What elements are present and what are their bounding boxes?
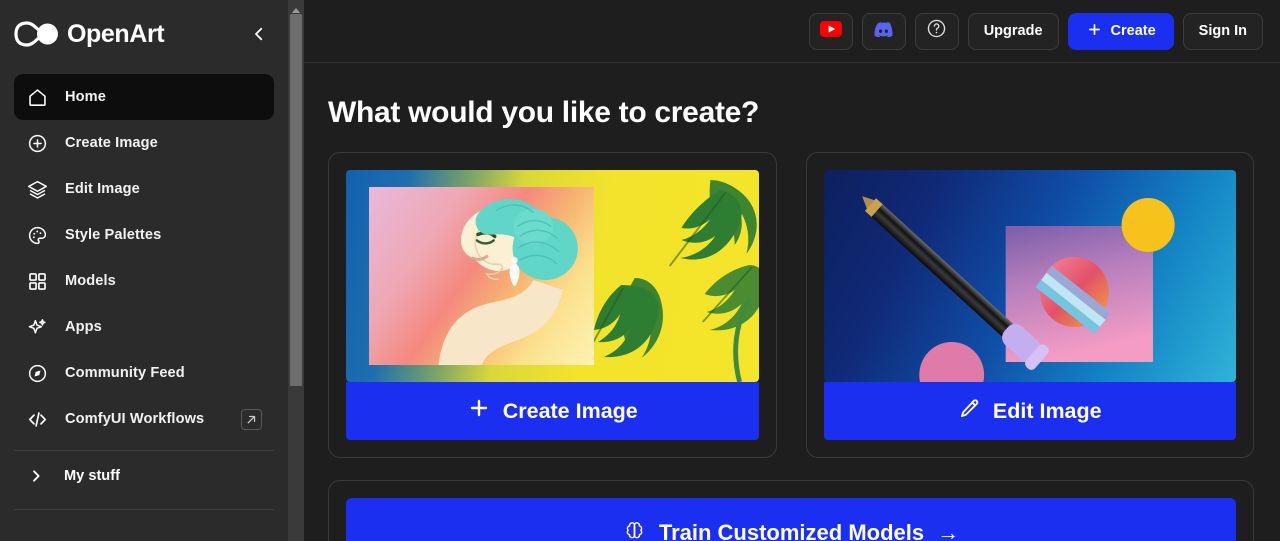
signin-label: Sign In xyxy=(1198,23,1247,39)
help-button[interactable] xyxy=(914,12,959,50)
create-image-cta-button[interactable]: Create Image xyxy=(346,382,759,440)
grid-icon xyxy=(26,270,48,292)
sidebar-item-label: Apps xyxy=(65,319,102,335)
sidebar-item-comfyui-workflows[interactable]: ComfyUI Workflows xyxy=(14,396,274,442)
youtube-button[interactable] xyxy=(808,12,853,50)
edit-image-card[interactable]: Edit Image xyxy=(805,152,1254,458)
create-image-card[interactable]: Create Image xyxy=(328,152,777,458)
plus-icon xyxy=(1086,21,1103,42)
sidebar-item-label: Create Image xyxy=(65,135,158,151)
sidebar-item-label: Style Palettes xyxy=(65,227,162,243)
brain-icon xyxy=(623,519,646,541)
sidebar-item-style-palettes[interactable]: Style Palettes xyxy=(14,212,274,258)
code-icon xyxy=(26,408,48,430)
sidebar-nav: Home Create Image Edit Image Style Palet… xyxy=(0,68,288,442)
brand-name: OpenArt xyxy=(67,19,165,48)
page-title: What would you like to create? xyxy=(328,96,760,129)
help-circle-icon xyxy=(926,18,947,44)
train-models-label: Train Customized Models xyxy=(658,520,925,541)
edit-image-cta-button[interactable]: Edit Image xyxy=(823,382,1236,440)
discord-icon xyxy=(873,21,894,42)
sidebar-divider-bottom xyxy=(14,509,274,510)
sidebar-item-label: Edit Image xyxy=(65,181,140,197)
sidebar-item-community-feed[interactable]: Community Feed xyxy=(14,350,274,396)
sidebar-item-home[interactable]: Home xyxy=(14,74,274,120)
create-image-artwork xyxy=(346,170,759,382)
app-root: OpenArt Home Create Image Edit Image Sty… xyxy=(0,0,1280,541)
create-button[interactable]: Create xyxy=(1067,12,1174,50)
sidebar-item-label: Home xyxy=(65,89,106,105)
plus-icon xyxy=(467,396,491,426)
pencil-icon xyxy=(958,397,981,426)
palette-icon xyxy=(26,224,48,246)
compass-icon xyxy=(26,362,48,384)
external-link-icon[interactable] xyxy=(241,408,262,430)
youtube-icon xyxy=(819,20,842,42)
openart-infinity-logo-icon xyxy=(14,17,60,51)
plus-circle-icon xyxy=(26,132,48,154)
sidebar-item-apps[interactable]: Apps xyxy=(14,304,274,350)
train-models-banner[interactable]: Train Customized Models → xyxy=(346,498,1236,541)
woman-profile-portrait xyxy=(368,186,594,366)
discord-button[interactable] xyxy=(861,12,906,50)
signin-button[interactable]: Sign In xyxy=(1182,12,1263,50)
upgrade-label: Upgrade xyxy=(983,23,1043,39)
brand: OpenArt xyxy=(0,0,288,68)
sidebar-item-label: Models xyxy=(65,273,116,289)
edit-image-artwork xyxy=(823,170,1236,382)
sidebar-item-edit-image[interactable]: Edit Image xyxy=(14,166,274,212)
chevron-left-icon[interactable] xyxy=(246,21,272,47)
sidebar-item-label: ComfyUI Workflows xyxy=(65,411,205,427)
create-image-cta-label: Create Image xyxy=(502,398,638,423)
layers-icon xyxy=(26,178,48,200)
upgrade-button[interactable]: Upgrade xyxy=(967,12,1059,50)
scroll-up-arrow-icon[interactable] xyxy=(288,0,304,14)
card-row: Create Image Edit Image xyxy=(328,152,1254,458)
edit-image-cta-label: Edit Image xyxy=(992,398,1102,423)
main-content: Upgrade Create Sign In What would you li… xyxy=(288,0,1280,541)
arrow-right-icon: → xyxy=(937,520,960,541)
content-area: What would you like to create? Create Im… xyxy=(288,96,1280,541)
create-label: Create xyxy=(1110,23,1156,39)
scrollbar-thumb[interactable] xyxy=(290,14,302,386)
sidebar-item-label: Community Feed xyxy=(65,365,185,381)
sidebar-item-my-stuff[interactable]: My stuff xyxy=(14,451,274,501)
sidebar-scrollbar[interactable] xyxy=(288,0,304,541)
sidebar-item-models[interactable]: Models xyxy=(14,258,274,304)
train-models-card[interactable]: Train Customized Models → xyxy=(328,480,1254,541)
header-toolbar: Upgrade Create Sign In xyxy=(288,0,1280,63)
chevron-right-icon xyxy=(26,468,46,484)
fern-leaves-decoration xyxy=(588,170,759,382)
sidebar-item-label: My stuff xyxy=(64,468,120,484)
sidebar-item-create-image[interactable]: Create Image xyxy=(14,120,274,166)
sparkles-icon xyxy=(26,316,48,338)
sidebar: OpenArt Home Create Image Edit Image Sty… xyxy=(0,0,288,541)
home-icon xyxy=(26,86,48,108)
